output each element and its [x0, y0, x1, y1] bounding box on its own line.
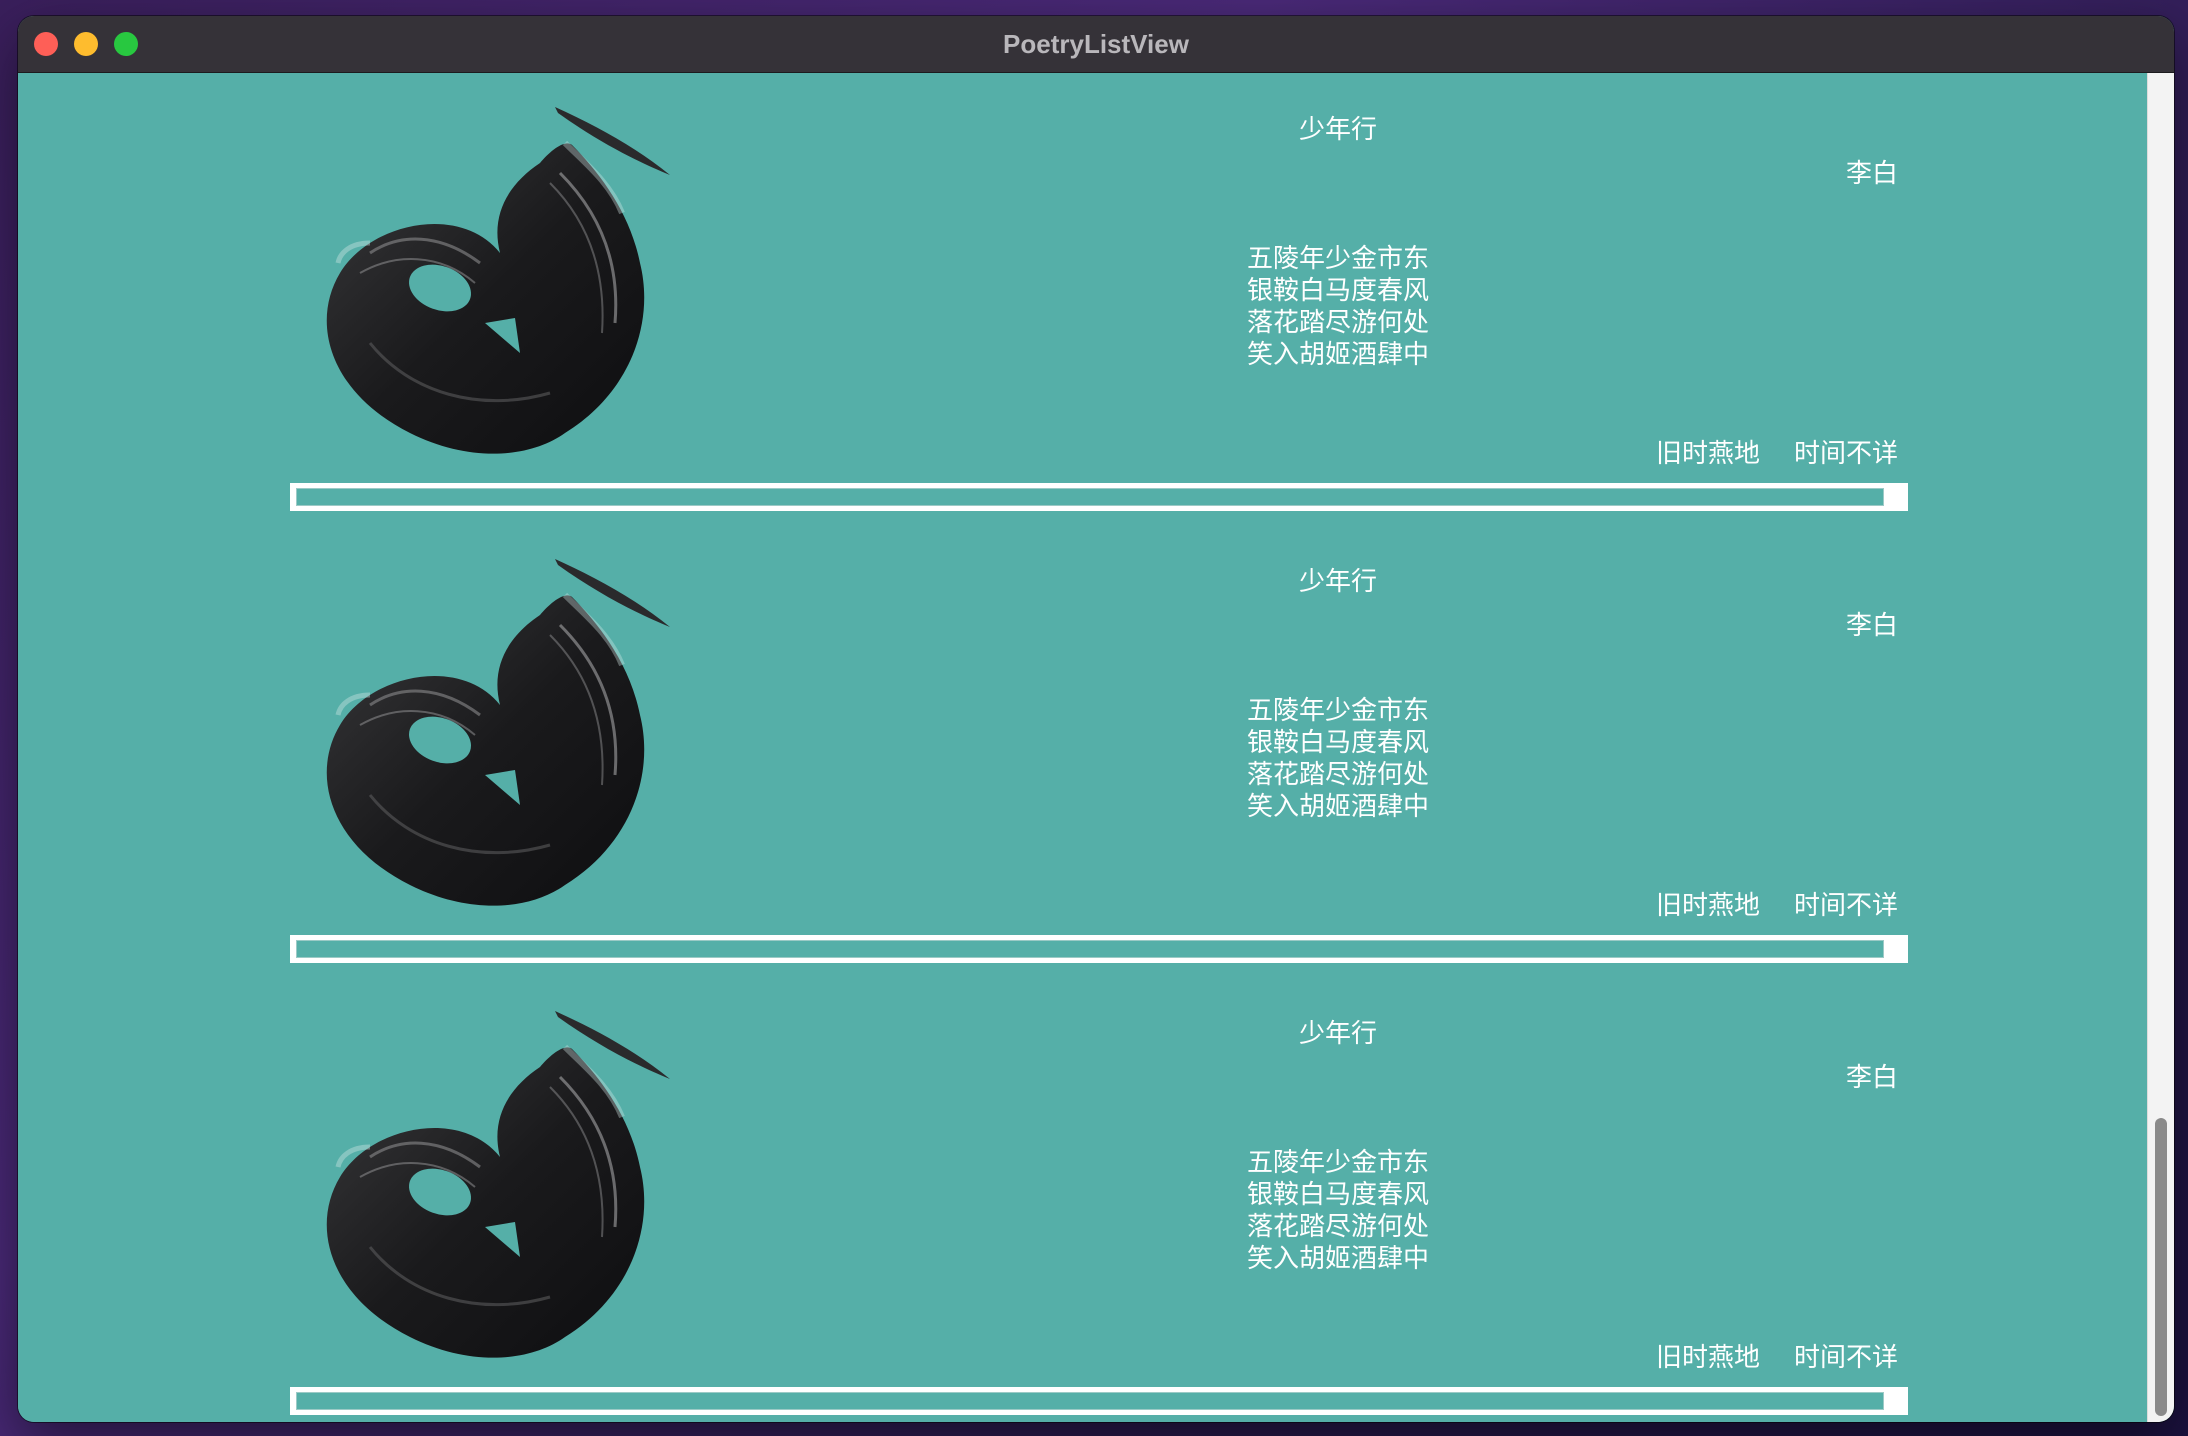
poem-card[interactable]: 少年行 李白 五陵年少金市东 银鞍白马度春风 落花踏尽游何处 笑入胡姬酒肆中 旧…	[18, 525, 2148, 977]
poem-line: 落花踏尽游何处	[1246, 760, 1429, 790]
poem-time: 时间不详	[1793, 891, 1898, 921]
poem-meta: 旧时燕地 时间不详	[1656, 885, 1898, 922]
poem-time: 时间不详	[1793, 439, 1898, 469]
poem-line: 落花踏尽游何处	[1246, 1212, 1429, 1242]
ink-brush-art-icon	[310, 545, 700, 915]
separator-inner	[296, 940, 1884, 958]
ink-brush-art-icon	[310, 93, 700, 463]
ink-brush-art-icon	[310, 997, 700, 1367]
poem-lines: 五陵年少金市东 银鞍白马度春风 落花踏尽游何处 笑入胡姬酒肆中	[1188, 1147, 1488, 1275]
poem-line: 银鞍白马度春风	[1246, 1180, 1429, 1210]
card-separator	[290, 483, 1908, 511]
poem-lines: 五陵年少金市东 银鞍白马度春风 落花踏尽游何处 笑入胡姬酒肆中	[1188, 695, 1488, 823]
poem-line: 五陵年少金市东	[1246, 244, 1429, 274]
poem-meta: 旧时燕地 时间不详	[1656, 1337, 1898, 1374]
poem-place: 旧时燕地	[1655, 439, 1760, 469]
poem-line: 五陵年少金市东	[1246, 696, 1429, 726]
poem-author: 李白	[1845, 159, 1898, 189]
poem-place: 旧时燕地	[1655, 1343, 1760, 1373]
poem-time: 时间不详	[1793, 1343, 1898, 1373]
poem-title: 少年行	[1298, 567, 1377, 597]
poem-place: 旧时燕地	[1655, 891, 1760, 921]
poem-line: 银鞍白马度春风	[1246, 728, 1429, 758]
separator-inner	[296, 1392, 1884, 1410]
poem-line: 银鞍白马度春风	[1246, 276, 1429, 306]
separator-inner	[296, 488, 1884, 506]
poem-line: 落花踏尽游何处	[1246, 308, 1429, 338]
poem-line: 笑入胡姬酒肆中	[1246, 1244, 1429, 1274]
title-bar[interactable]: PoetryListView	[18, 16, 2174, 73]
poem-card[interactable]: 少年行 李白 五陵年少金市东 银鞍白马度春风 落花踏尽游何处 笑入胡姬酒肆中 旧…	[18, 73, 2148, 525]
poem-author: 李白	[1845, 1063, 1898, 1093]
poem-title: 少年行	[1298, 115, 1377, 145]
window-title: PoetryListView	[1003, 29, 1189, 59]
poem-line: 五陵年少金市东	[1246, 1148, 1429, 1178]
vertical-scrollbar[interactable]	[2147, 73, 2174, 1422]
poem-line: 笑入胡姬酒肆中	[1246, 792, 1429, 822]
poem-lines: 五陵年少金市东 银鞍白马度春风 落花踏尽游何处 笑入胡姬酒肆中	[1188, 243, 1488, 371]
poem-meta: 旧时燕地 时间不详	[1656, 433, 1898, 470]
poem-line: 笑入胡姬酒肆中	[1246, 340, 1429, 370]
poem-card[interactable]: 少年行 李白 五陵年少金市东 银鞍白马度春风 落花踏尽游何处 笑入胡姬酒肆中 旧…	[18, 977, 2148, 1422]
card-separator	[290, 1387, 1908, 1415]
poetry-list[interactable]: 少年行 李白 五陵年少金市东 银鞍白马度春风 落花踏尽游何处 笑入胡姬酒肆中 旧…	[18, 73, 2148, 1422]
scrollbar-thumb[interactable]	[2155, 1118, 2167, 1416]
app-window: PoetryListView 少年行 李白 五陵年少金市东 银鞍白马度春风 落花…	[18, 16, 2174, 1422]
poem-author: 李白	[1845, 611, 1898, 641]
poem-title: 少年行	[1298, 1019, 1377, 1049]
card-separator	[290, 935, 1908, 963]
